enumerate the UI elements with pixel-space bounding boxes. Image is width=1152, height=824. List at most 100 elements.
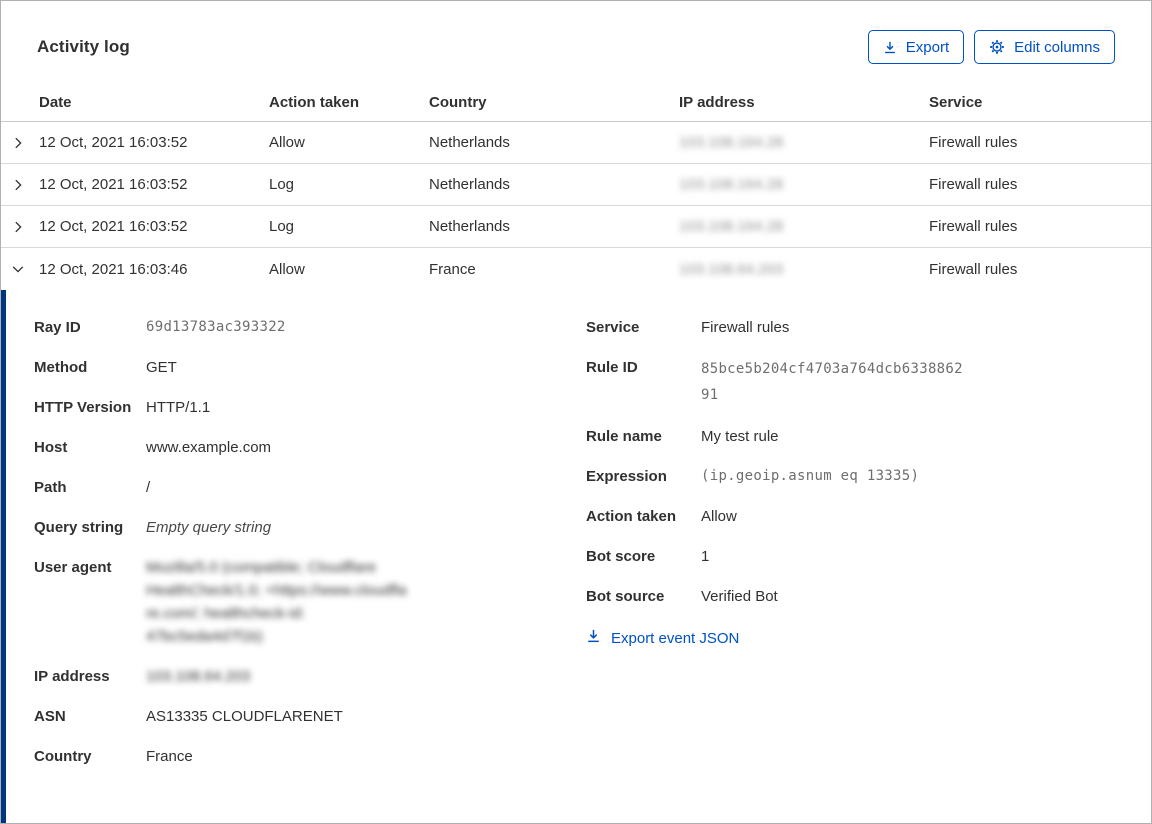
column-header-ip-address: IP address bbox=[679, 94, 755, 111]
detail-value: HTTP/1.1 bbox=[146, 399, 211, 416]
detail-label: IP address bbox=[34, 668, 110, 685]
event-detail-panel: Ray ID 69d13783ac393322 Method GET HTTP … bbox=[1, 290, 1151, 823]
redacted-line: re.com/; healthcheck-id: bbox=[146, 605, 306, 622]
chevron-right-icon[interactable] bbox=[1, 136, 39, 150]
cell-action-taken: Log bbox=[269, 218, 295, 235]
cell-ip-address: 103.108.64.203 bbox=[679, 261, 929, 278]
detail-value: AS13335 CLOUDFLARENET bbox=[146, 708, 343, 725]
detail-value: (ip.geoip.asnum eq 13335) bbox=[701, 468, 920, 484]
cell-date: 12 Oct, 2021 16:03:52 bbox=[39, 176, 188, 193]
detail-rule-id: Rule ID 85bce5b204cf4703a764dcb633886291 bbox=[586, 356, 1121, 408]
detail-label: Query string bbox=[34, 519, 124, 536]
detail-country: Country France bbox=[34, 745, 586, 768]
cell-service: Firewall rules bbox=[929, 134, 1018, 151]
redacted-line: Mozilla/5.0 (compatible; Cloudflare bbox=[146, 559, 377, 576]
detail-host: Host www.example.com bbox=[34, 436, 586, 459]
export-event-json-link[interactable]: Export event JSON bbox=[586, 628, 739, 648]
cell-service: Firewall rules bbox=[929, 260, 1018, 278]
redacted-line: HealthCheck/1.0; +https://www.cloudfla bbox=[146, 582, 407, 599]
cell-service: Firewall rules bbox=[929, 218, 1018, 235]
detail-query-string: Query string Empty query string bbox=[34, 516, 586, 539]
redacted-ip: 103.108.64.203 bbox=[679, 260, 784, 278]
cell-ip-address: 103.108.164.28 bbox=[679, 218, 929, 235]
table-row[interactable]: 12 Oct, 2021 16:03:52 Log Netherlands 10… bbox=[1, 206, 1151, 248]
detail-ip-address: IP address 103.108.64.203 bbox=[34, 665, 586, 688]
detail-label: Path bbox=[34, 479, 67, 496]
cell-date: 12 Oct, 2021 16:03:46 bbox=[39, 260, 188, 278]
cell-action-taken: Allow bbox=[269, 260, 305, 278]
detail-bot-score: Bot score 1 bbox=[586, 545, 1121, 568]
detail-label: Ray ID bbox=[34, 319, 81, 336]
edit-columns-button[interactable]: Edit columns bbox=[974, 30, 1115, 64]
detail-label: Method bbox=[34, 359, 88, 376]
detail-label: Service bbox=[586, 319, 640, 336]
detail-rule-name: Rule name My test rule bbox=[586, 425, 1121, 448]
detail-path: Path / bbox=[34, 476, 586, 499]
detail-value: Firewall rules bbox=[701, 319, 790, 336]
redacted-line: 47bc5eda4d7f1b) bbox=[146, 628, 263, 645]
table-row[interactable]: 12 Oct, 2021 16:03:52 Log Netherlands 10… bbox=[1, 164, 1151, 206]
detail-value: www.example.com bbox=[146, 439, 272, 456]
chevron-right-icon[interactable] bbox=[1, 220, 39, 234]
detail-ray-id: Ray ID 69d13783ac393322 bbox=[34, 316, 586, 339]
chevron-down-icon[interactable] bbox=[1, 262, 39, 276]
activity-log-panel: Activity log Export Edit columns Date Ac… bbox=[0, 0, 1152, 824]
cell-ip-address: 103.108.164.28 bbox=[679, 134, 929, 151]
cell-country: Netherlands bbox=[429, 218, 510, 235]
redacted-ip: 103.108.164.28 bbox=[679, 134, 784, 151]
detail-value: Verified Bot bbox=[701, 588, 778, 605]
detail-value: 69d13783ac393322 bbox=[146, 319, 286, 335]
detail-value: France bbox=[146, 748, 193, 765]
detail-label: HTTP Version bbox=[34, 399, 132, 416]
table-row-expanded[interactable]: 12 Oct, 2021 16:03:46 Allow France 103.1… bbox=[1, 248, 1151, 290]
redacted-user-agent: Mozilla/5.0 (compatible; Cloudflare Heal… bbox=[146, 556, 407, 648]
detail-value: / bbox=[146, 479, 151, 496]
gear-icon bbox=[989, 39, 1005, 55]
detail-label: User agent bbox=[34, 559, 112, 576]
detail-user-agent: User agent Mozilla/5.0 (compatible; Clou… bbox=[34, 556, 586, 648]
cell-country: Netherlands bbox=[429, 134, 510, 151]
table-row[interactable]: 12 Oct, 2021 16:03:52 Allow Netherlands … bbox=[1, 122, 1151, 164]
column-header-action-taken: Action taken bbox=[269, 94, 360, 111]
cell-country: Netherlands bbox=[429, 176, 510, 193]
detail-label: Bot source bbox=[586, 588, 665, 605]
detail-http-version: HTTP Version HTTP/1.1 bbox=[34, 396, 586, 419]
detail-value: Empty query string bbox=[146, 519, 272, 536]
detail-label: Action taken bbox=[586, 508, 677, 525]
table-header-row: Date Action taken Country IP address Ser… bbox=[1, 64, 1151, 122]
detail-value: My test rule bbox=[701, 428, 779, 445]
column-header-date: Date bbox=[39, 94, 72, 111]
redacted-ip: 103.108.164.28 bbox=[679, 176, 784, 193]
cell-date: 12 Oct, 2021 16:03:52 bbox=[39, 134, 188, 151]
column-header-service: Service bbox=[929, 94, 983, 111]
table-header-spacer bbox=[1, 111, 39, 121]
detail-label: Expression bbox=[586, 468, 667, 485]
detail-action-taken: Action taken Allow bbox=[586, 505, 1121, 528]
edit-columns-button-label: Edit columns bbox=[1014, 38, 1100, 56]
detail-value: GET bbox=[146, 359, 177, 376]
detail-value: 1 bbox=[701, 548, 710, 565]
detail-method: Method GET bbox=[34, 356, 586, 379]
download-icon bbox=[883, 40, 897, 55]
cell-action-taken: Log bbox=[269, 176, 295, 193]
cell-country: France bbox=[429, 260, 476, 278]
download-icon bbox=[586, 628, 601, 648]
cell-service: Firewall rules bbox=[929, 176, 1018, 193]
page-title: Activity log bbox=[37, 37, 130, 56]
detail-bot-source: Bot source Verified Bot bbox=[586, 585, 1121, 608]
detail-label: Country bbox=[34, 748, 92, 765]
export-button[interactable]: Export bbox=[867, 30, 965, 64]
toolbar: Export Edit columns bbox=[867, 30, 1115, 64]
redacted-ip: 103.108.164.28 bbox=[679, 218, 784, 235]
topbar: Activity log Export Edit columns bbox=[1, 1, 1151, 64]
redacted-ip: 103.108.64.203 bbox=[146, 668, 251, 685]
detail-label: Rule name bbox=[586, 428, 662, 445]
detail-service: Service Firewall rules bbox=[586, 316, 1121, 339]
cell-action-taken: Allow bbox=[269, 134, 305, 151]
detail-column-right: Service Firewall rules Rule ID 85bce5b20… bbox=[586, 316, 1121, 823]
detail-label: ASN bbox=[34, 708, 66, 725]
chevron-right-icon[interactable] bbox=[1, 178, 39, 192]
detail-value: Allow bbox=[701, 508, 737, 525]
export-button-label: Export bbox=[905, 38, 950, 56]
export-event-json-label: Export event JSON bbox=[611, 629, 740, 647]
